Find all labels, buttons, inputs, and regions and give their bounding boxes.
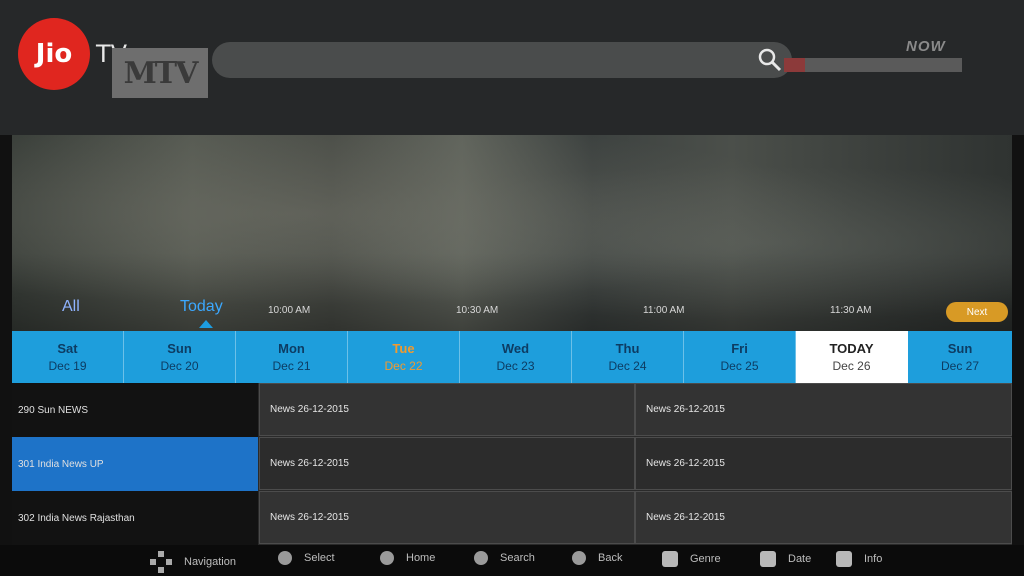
time-label: 11:30 AM xyxy=(830,305,872,316)
search-bar[interactable] xyxy=(212,42,792,78)
day-date: Dec 26 xyxy=(832,359,871,373)
day-date: Dec 23 xyxy=(496,359,535,373)
day-selector: Sat Dec 19 Sun Dec 20 Mon Dec 21 Tue Dec… xyxy=(12,331,1012,383)
home-button-icon xyxy=(380,551,394,565)
program-grid: 290 Sun NEWS 301 India News UP 302 India… xyxy=(12,383,1012,545)
hint-label: Genre xyxy=(690,553,721,565)
search-icon[interactable] xyxy=(756,46,784,74)
day-sat[interactable]: Sat Dec 19 xyxy=(12,331,124,383)
program-cell[interactable]: News 26-12-2015 xyxy=(259,437,635,490)
day-fri[interactable]: Fri Dec 25 xyxy=(684,331,796,383)
day-sun[interactable]: Sun Dec 20 xyxy=(124,331,236,383)
back-button-icon xyxy=(572,551,586,565)
day-date: Dec 21 xyxy=(272,359,311,373)
day-date: Dec 24 xyxy=(608,359,647,373)
tab-all[interactable]: All xyxy=(62,298,80,316)
hint-label: Search xyxy=(500,552,535,564)
program-cell[interactable]: News 26-12-2015 xyxy=(635,383,1012,436)
ok-button-icon xyxy=(278,551,292,565)
hint-info: Info xyxy=(836,551,882,567)
time-label: 10:00 AM xyxy=(268,305,311,316)
program-cell[interactable]: News 26-12-2015 xyxy=(259,491,635,544)
day-today[interactable]: TODAY Dec 26 xyxy=(796,331,908,383)
day-name: Wed xyxy=(501,341,530,356)
program-cell[interactable]: News 26-12-2015 xyxy=(259,383,635,436)
date-button-icon xyxy=(760,551,776,567)
day-mon[interactable]: Mon Dec 21 xyxy=(236,331,348,383)
day-date: Dec 20 xyxy=(160,359,199,373)
day-name: Tue xyxy=(392,341,415,356)
day-date: Dec 27 xyxy=(940,359,980,373)
info-button-icon xyxy=(836,551,852,567)
program-cell[interactable]: News 26-12-2015 xyxy=(635,491,1012,544)
day-thu[interactable]: Thu Dec 24 xyxy=(572,331,684,383)
search-button-icon xyxy=(474,551,488,565)
jio-logo: Jio xyxy=(18,18,90,90)
day-name: Sun xyxy=(947,341,973,356)
day-name: Thu xyxy=(615,341,640,356)
day-date: Dec 22 xyxy=(384,359,423,373)
hint-label: Back xyxy=(598,552,623,564)
hint-label: Select xyxy=(304,552,335,564)
video-overlay xyxy=(12,135,1012,331)
time-label: 10:30 AM xyxy=(456,305,499,316)
hint-date: Date xyxy=(760,551,811,567)
day-date: Dec 25 xyxy=(720,359,759,373)
day-date: Dec 19 xyxy=(48,359,87,373)
today-caret-icon xyxy=(199,320,213,328)
channel-row[interactable]: 302 India News Rajasthan xyxy=(12,491,258,545)
day-name: Fri xyxy=(731,341,748,356)
day-wed[interactable]: Wed Dec 23 xyxy=(460,331,572,383)
channel-row[interactable]: 290 Sun NEWS xyxy=(12,383,258,437)
day-tue[interactable]: Tue Dec 22 xyxy=(348,331,460,383)
hint-label: Navigation xyxy=(184,556,236,568)
day-name: Mon xyxy=(278,341,305,356)
channel-logo: MTV xyxy=(112,48,208,98)
tab-today[interactable]: Today xyxy=(180,298,223,316)
next-button[interactable]: Next xyxy=(946,302,1008,322)
now-progress-bar xyxy=(784,58,962,72)
day-sun-next[interactable]: Sun Dec 27 xyxy=(908,331,1012,383)
hint-search: Search xyxy=(474,551,535,565)
hint-genre: Genre xyxy=(662,551,721,567)
day-name: Sat xyxy=(57,341,78,356)
day-name: TODAY xyxy=(829,341,874,356)
hint-select: Select xyxy=(278,551,335,565)
genre-button-icon xyxy=(662,551,678,567)
now-progress-fill xyxy=(784,58,806,72)
hint-navigation: Navigation xyxy=(150,551,236,573)
day-name: Sun xyxy=(167,341,192,356)
dpad-icon xyxy=(150,551,172,573)
time-label: 11:00 AM xyxy=(643,305,685,316)
now-label: NOW xyxy=(906,38,946,55)
hint-label: Home xyxy=(406,552,436,564)
program-cell[interactable]: News 26-12-2015 xyxy=(635,437,1012,490)
channel-row-selected[interactable]: 301 India News UP xyxy=(12,437,258,491)
hint-label: Info xyxy=(864,553,883,565)
hint-home: Home xyxy=(380,551,435,565)
hint-label: Date xyxy=(788,553,812,565)
hint-back: Back xyxy=(572,551,622,565)
